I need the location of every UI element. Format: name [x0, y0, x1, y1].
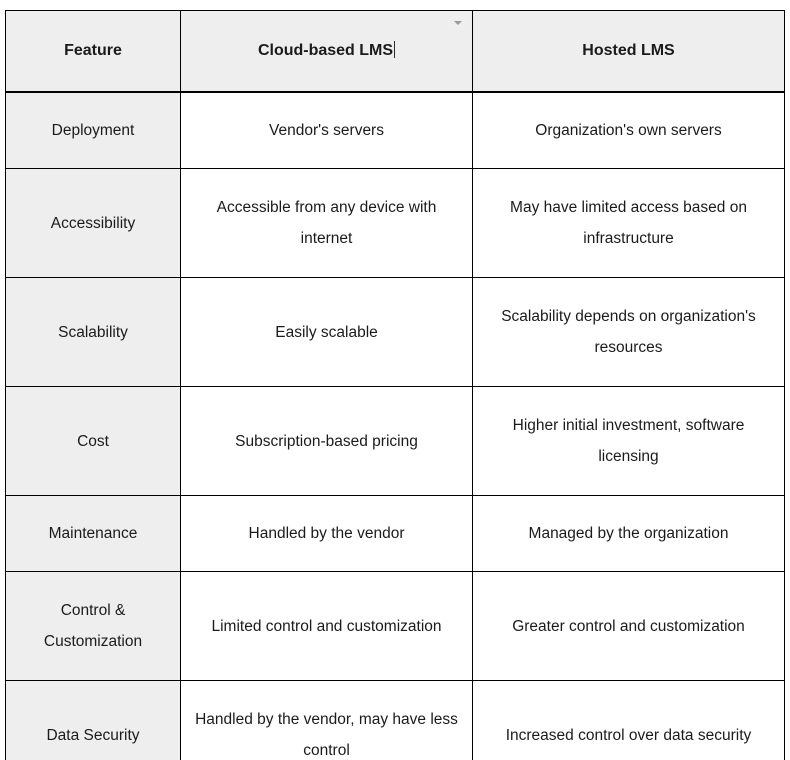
text-caret [394, 41, 396, 58]
cell-hosted[interactable]: Organization's own servers [472, 91, 785, 169]
table-header: Feature Cloud-based LMS Hosted LMS [5, 10, 785, 93]
cell-hosted[interactable]: Greater control and customization [472, 571, 785, 681]
comparison-table-container: Feature Cloud-based LMS Hosted LMS Deplo… [5, 10, 785, 760]
chevron-down-glyph [453, 21, 462, 25]
table-row: Deployment Vendor's servers Organization… [5, 91, 785, 169]
page-root: Feature Cloud-based LMS Hosted LMS Deplo… [0, 0, 790, 760]
cell-hosted[interactable]: Scalability depends on organization's re… [472, 277, 785, 387]
cell-feature[interactable]: Control & Customization [5, 571, 181, 681]
table-row: Accessibility Accessible from any device… [5, 168, 785, 278]
cell-cloud[interactable]: Handled by the vendor, may have less con… [180, 680, 473, 760]
header-row: Feature Cloud-based LMS Hosted LMS [5, 10, 785, 93]
lms-comparison-table: Feature Cloud-based LMS Hosted LMS Deplo… [5, 10, 785, 760]
cell-feature[interactable]: Cost [5, 386, 181, 496]
cell-hosted[interactable]: Higher initial investment, software lice… [472, 386, 785, 496]
table-row: Cost Subscription-based pricing Higher i… [5, 386, 785, 496]
cell-cloud[interactable]: Vendor's servers [180, 91, 473, 169]
table-row: Maintenance Handled by the vendor Manage… [5, 495, 785, 572]
cell-feature[interactable]: Deployment [5, 91, 181, 169]
cell-cloud[interactable]: Easily scalable [180, 277, 473, 387]
cell-feature[interactable]: Data Security [5, 680, 181, 760]
cell-cloud[interactable]: Subscription-based pricing [180, 386, 473, 496]
column-header-cloud-based-lms-label: Cloud-based LMS [257, 42, 394, 59]
column-header-cloud-based-lms[interactable]: Cloud-based LMS [180, 10, 473, 93]
table-row: Data Security Handled by the vendor, may… [5, 680, 785, 760]
cell-cloud[interactable]: Handled by the vendor [180, 495, 473, 572]
column-header-hosted-lms[interactable]: Hosted LMS [472, 10, 785, 93]
column-header-feature[interactable]: Feature [5, 10, 181, 93]
cell-hosted[interactable]: Managed by the organization [472, 495, 785, 572]
chevron-down-icon[interactable] [449, 16, 466, 30]
cell-hosted[interactable]: Increased control over data security [472, 680, 785, 760]
cell-cloud[interactable]: Accessible from any device with internet [180, 168, 473, 278]
table-row: Scalability Easily scalable Scalability … [5, 277, 785, 387]
column-header-feature-label: Feature [64, 42, 122, 59]
cell-feature[interactable]: Maintenance [5, 495, 181, 572]
cell-cloud[interactable]: Limited control and customization [180, 571, 473, 681]
column-header-hosted-lms-label: Hosted LMS [582, 42, 675, 59]
cell-feature[interactable]: Scalability [5, 277, 181, 387]
table-body: Deployment Vendor's servers Organization… [5, 91, 785, 760]
cell-hosted[interactable]: May have limited access based on infrast… [472, 168, 785, 278]
table-row: Control & Customization Limited control … [5, 571, 785, 681]
cell-feature[interactable]: Accessibility [5, 168, 181, 278]
